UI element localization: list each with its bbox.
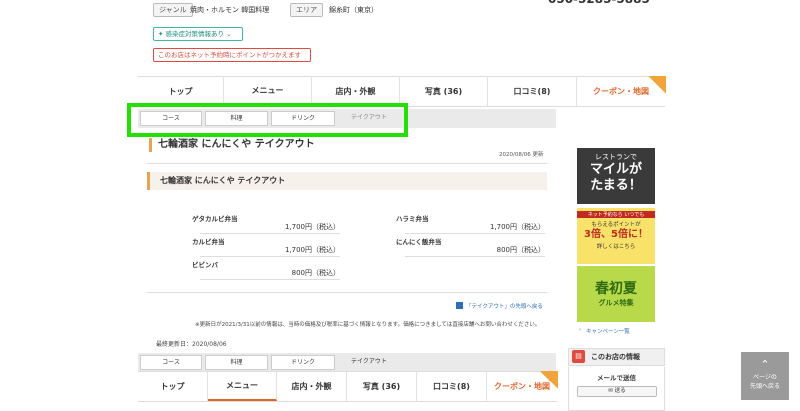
page-title: 七輪酒家 にんにくや テイクアウト bbox=[149, 138, 315, 152]
chevron-up-icon: ⌃ bbox=[760, 358, 770, 371]
phone-number[interactable]: 050-5285-5885 bbox=[548, 0, 650, 6]
genre-tag: ジャンル bbox=[153, 3, 193, 17]
subtab-course[interactable]: コース bbox=[140, 355, 202, 370]
subtab-dishes[interactable]: 料理 bbox=[205, 355, 268, 370]
net-reservation-notice: このお店はネット予約時にポイントがつかえます bbox=[153, 48, 311, 62]
mail-panel: メールで送信 ✉ 送る bbox=[568, 367, 665, 411]
sub-nav-bottom: コース 料理 ドリンク テイクアウト bbox=[138, 353, 556, 372]
back-to-takeout-link[interactable]: 「テイクアウト」の先頭へ戻る bbox=[466, 302, 543, 310]
chevron-down-icon: ⌄ bbox=[224, 30, 232, 38]
updated-date: 2020/08/06 更新 bbox=[499, 152, 544, 158]
area-value[interactable]: 錦糸町（東京） bbox=[329, 3, 378, 17]
ribbon-icon bbox=[648, 76, 666, 94]
page-top-text: 先頭へ戻る bbox=[749, 383, 780, 390]
spring-gourmet-banner[interactable]: 春初夏 グルメ特集 bbox=[577, 266, 655, 322]
banner-text: 春初夏 bbox=[595, 281, 637, 297]
banner-text: マイルが bbox=[589, 162, 642, 177]
arrow-up-icon bbox=[456, 302, 463, 309]
banner-text: 詳しくはこちら bbox=[596, 244, 636, 250]
points-banner[interactable]: ネット予約なら いつでも もらえるポイントが 3倍、5倍に！ 詳しくはこちら bbox=[577, 208, 655, 264]
highlight-box bbox=[127, 103, 408, 137]
banner-text: グルメ特集 bbox=[598, 299, 634, 307]
tab-menu[interactable]: メニュー bbox=[224, 77, 312, 106]
send-label: 送る bbox=[614, 388, 626, 394]
menu-item-price: 800円（税込） bbox=[405, 245, 545, 257]
banner-text: もらえるポイントが bbox=[591, 222, 641, 228]
sparkle-icon: ✦ bbox=[158, 30, 166, 38]
tab-reviews[interactable]: 口コミ(8) bbox=[488, 77, 577, 106]
banner-text: ネット予約なら いつでも bbox=[577, 211, 655, 218]
section-title: 七輪酒家 にんにくや テイクアウト bbox=[147, 172, 547, 190]
shop-info-icon: ▤ bbox=[572, 350, 585, 363]
page-top-text: ページの bbox=[753, 374, 777, 381]
area-tag: エリア bbox=[290, 3, 323, 17]
menu-item-price: 1,700円（税込） bbox=[200, 245, 340, 257]
tab-coupon-map[interactable]: クーポン・地図 bbox=[577, 76, 666, 106]
menu-item-price: 1,700円（税込） bbox=[200, 222, 340, 234]
tab-top[interactable]: トップ bbox=[138, 372, 208, 401]
tab-coupon-map[interactable]: クーポン・地図 bbox=[487, 371, 558, 401]
items-divider bbox=[147, 292, 547, 293]
menu-item-price: 1,700円（税込） bbox=[405, 222, 545, 234]
main-nav-bottom: トップ メニュー 店内・外観 写真 (36) 口コミ(8) クーポン・地図 bbox=[138, 371, 558, 402]
title-divider bbox=[147, 163, 547, 164]
covid-label: 感染症対策情報あり bbox=[165, 30, 225, 38]
tab-reviews[interactable]: 口コミ(8) bbox=[417, 372, 487, 401]
mileage-banner[interactable]: レストランで マイルが たまる！ bbox=[577, 148, 655, 204]
banner-text: 3倍、5倍に！ bbox=[584, 229, 648, 240]
tab-top[interactable]: トップ bbox=[138, 77, 224, 106]
menu-item-price: 800円（税込） bbox=[200, 268, 340, 280]
tab-photos[interactable]: 写真 (36) bbox=[400, 77, 488, 106]
page-top-button[interactable]: ⌃ ページの 先頭へ戻る bbox=[741, 352, 789, 400]
genre-value[interactable]: 焼肉・ホルモン 韓国料理 bbox=[190, 3, 269, 17]
tab-coupon-label: クーポン・地図 bbox=[593, 87, 649, 96]
ribbon-icon bbox=[540, 371, 558, 389]
covid-info-button[interactable]: ✦ 感染症対策情報あり ⌄ bbox=[153, 27, 243, 41]
chevron-right-icon: › bbox=[579, 327, 581, 333]
subtab-drinks[interactable]: ドリンク bbox=[271, 355, 335, 370]
send-button[interactable]: ✉ 送る bbox=[577, 386, 657, 397]
tab-interior[interactable]: 店内・外観 bbox=[312, 77, 400, 106]
tab-menu[interactable]: メニュー bbox=[208, 372, 277, 401]
banner-text: レストランで bbox=[595, 153, 637, 161]
price-note: ※更新日が2021/3/31以前の情報は、当時の価格及び税率に基づく情報となりま… bbox=[195, 322, 541, 328]
tab-photos[interactable]: 写真 (36) bbox=[347, 372, 417, 401]
tab-interior[interactable]: 店内・外観 bbox=[277, 372, 347, 401]
last-updated: 最終更新日：2020/08/06 bbox=[156, 341, 227, 348]
subtab-takeout[interactable]: テイクアウト bbox=[338, 355, 400, 370]
mail-label: メールで送信 bbox=[597, 374, 636, 382]
banner-text: たまる！ bbox=[590, 178, 642, 193]
campaign-list-link[interactable]: キャンペーン一覧 bbox=[586, 327, 630, 335]
